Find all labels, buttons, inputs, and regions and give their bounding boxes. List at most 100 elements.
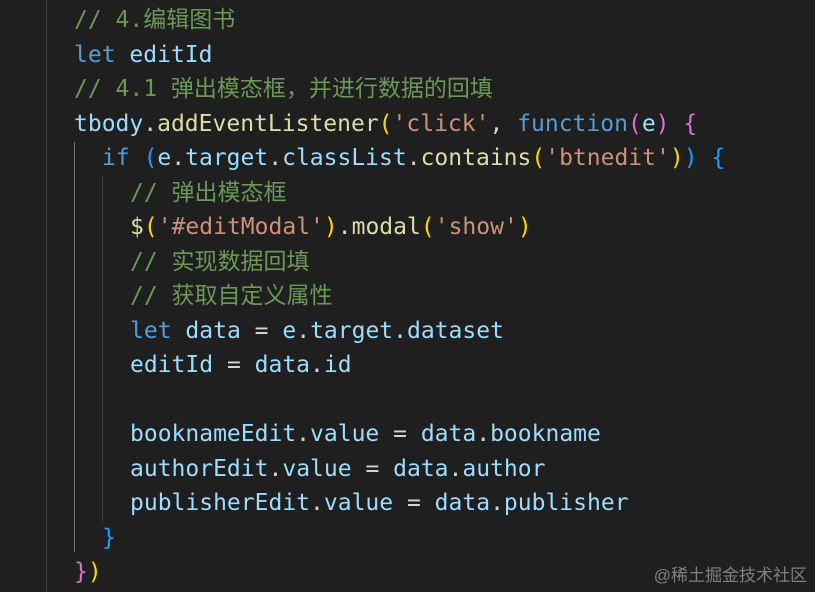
code-token-plain: . xyxy=(296,318,311,344)
code-token-paren1: ( xyxy=(143,214,158,240)
code-line[interactable]: } xyxy=(102,521,116,555)
code-line[interactable]: editId = data.id xyxy=(130,348,352,382)
code-line[interactable]: }) xyxy=(74,555,102,589)
code-token-paren2: ) xyxy=(655,111,670,137)
code-token-comment: // 实现数据回填 xyxy=(130,249,310,275)
code-token-var: editId xyxy=(130,352,214,378)
code-token-paren1: ) xyxy=(517,214,532,240)
code-token-paren2: { xyxy=(683,111,698,137)
code-token-var: target xyxy=(185,145,269,171)
code-line[interactable]: let data = e.target.dataset xyxy=(130,314,504,348)
code-token-var: classList xyxy=(282,145,407,171)
code-token-plain: . xyxy=(268,456,283,482)
code-token-plain: = xyxy=(393,490,435,516)
code-token-plain: . xyxy=(406,145,421,171)
code-token-plain: . xyxy=(337,214,352,240)
code-token-keyword: if xyxy=(102,145,130,171)
code-token-var: value xyxy=(323,490,394,516)
indent-guide-if xyxy=(102,176,103,522)
code-token-var: data xyxy=(393,456,449,482)
code-token-var: id xyxy=(323,352,352,378)
code-token-var: author xyxy=(462,456,546,482)
code-token-paren3: } xyxy=(102,525,116,551)
code-token-paren1: ) xyxy=(87,559,102,585)
code-token-comment: // 4.编辑图书 xyxy=(74,7,236,33)
code-line[interactable]: $('#editModal').modal('show') xyxy=(130,210,532,244)
code-line[interactable]: booknameEdit.value = data.bookname xyxy=(130,417,601,451)
code-token-comment: // 4.1 弹出模态框，并进行数据的回填 xyxy=(74,76,493,102)
code-token-var: booknameEdit xyxy=(130,421,297,447)
code-token-paren1: ( xyxy=(378,111,393,137)
code-token-var: publisher xyxy=(503,490,629,516)
code-token-paren3: ( xyxy=(143,145,158,171)
code-token-string: 'click' xyxy=(392,111,490,137)
code-line[interactable]: tbody.addEventListener('click', function… xyxy=(74,107,697,141)
code-line[interactable]: publisherEdit.value = data.publisher xyxy=(130,486,629,520)
code-token-plain: . xyxy=(448,456,463,482)
code-token-var: tbody xyxy=(74,111,144,137)
code-token-method: addEventListener xyxy=(157,111,379,137)
code-line[interactable]: if (e.target.classList.contains('btnedit… xyxy=(102,141,725,175)
code-token-string: 'btnedit' xyxy=(545,145,670,171)
code-token-paren3: { xyxy=(711,145,726,171)
code-token-var: editId xyxy=(129,42,213,68)
code-token-var: bookname xyxy=(490,421,601,447)
code-token-keyword: let xyxy=(74,42,116,68)
code-line[interactable]: // 弹出模态框 xyxy=(130,176,287,210)
code-token-paren2: ( xyxy=(627,111,642,137)
code-token-var: e xyxy=(157,145,172,171)
code-token-plain: . xyxy=(268,145,283,171)
code-token-plain: = xyxy=(379,421,421,447)
code-token-plain: = xyxy=(240,318,283,344)
code-token-plain: = xyxy=(351,456,394,482)
code-token-var: target xyxy=(310,318,394,344)
code-line[interactable]: // 4.编辑图书 xyxy=(74,3,235,37)
code-token-var: data xyxy=(185,318,241,344)
code-token-string: 'show' xyxy=(434,214,518,240)
code-token-var: authorEdit xyxy=(130,456,269,482)
code-line[interactable]: // 4.1 弹出模态框，并进行数据的回填 xyxy=(74,72,493,106)
code-token-method: modal xyxy=(351,214,421,240)
code-token-plain: . xyxy=(476,421,491,447)
code-token-var: publisherEdit xyxy=(130,490,311,516)
code-token-comment: // 获取自定义属性 xyxy=(130,283,333,309)
code-token-method: contains xyxy=(420,145,532,171)
code-token-var: dataset xyxy=(407,318,504,344)
code-token-plain: . xyxy=(393,318,408,344)
code-token-paren1: ( xyxy=(420,214,435,240)
code-line[interactable]: let editId xyxy=(74,38,213,72)
code-editor[interactable]: // 4.编辑图书 let editId // 4.1 弹出模态框，并进行数据的… xyxy=(0,0,815,592)
code-token-keyword: let xyxy=(130,318,172,344)
code-line[interactable]: // 获取自定义属性 xyxy=(130,279,333,313)
indent-guide-function xyxy=(74,142,75,552)
indent-guide-outer xyxy=(46,0,47,592)
code-token-paren2: } xyxy=(74,559,88,585)
code-token-plain: . xyxy=(310,490,324,516)
code-token-plain: , xyxy=(489,111,518,137)
code-line[interactable]: authorEdit.value = data.author xyxy=(130,452,545,486)
code-token-var: data xyxy=(254,352,311,378)
code-token-method: $ xyxy=(130,214,144,240)
code-token-var: e xyxy=(282,318,297,344)
code-token-comment: // 弹出模态框 xyxy=(130,180,287,206)
code-token-plain: . xyxy=(310,352,324,378)
code-token-plain: . xyxy=(296,421,311,447)
code-token-var: value xyxy=(282,456,352,482)
code-token-plain: . xyxy=(171,145,186,171)
code-token-paren1: ) xyxy=(323,214,338,240)
code-line[interactable]: // 实现数据回填 xyxy=(130,245,310,279)
code-token-string: '#editModal' xyxy=(157,214,324,240)
watermark-text: @稀土掘金技术社区 xyxy=(653,566,807,585)
code-token-paren1: ) xyxy=(669,145,684,171)
code-token-paren1: ( xyxy=(531,145,546,171)
code-token-paren3: ) xyxy=(683,145,698,171)
code-token-plain: . xyxy=(143,111,158,137)
code-token-var: data xyxy=(420,421,477,447)
code-token-plain: . xyxy=(490,490,504,516)
code-token-var: data xyxy=(434,490,491,516)
